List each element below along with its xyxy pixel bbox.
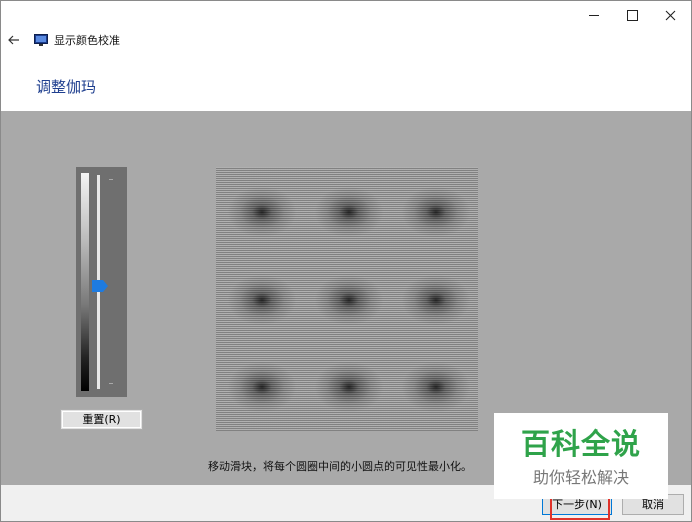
close-button[interactable] [651,1,689,29]
gamma-sample-dot [314,274,384,326]
gamma-sample-dot [227,274,297,326]
slider-tick-top [109,179,113,180]
gamma-sample-dot [401,361,471,413]
watermark-subtitle: 助你轻松解决 [532,468,629,487]
gamma-sample-image [216,167,478,431]
gamma-sample-dot [314,361,384,413]
close-icon [665,10,675,20]
maximize-button[interactable] [613,1,651,29]
page-title: 调整伽玛 [36,78,97,96]
gamma-slider-panel [76,167,127,397]
gamma-sample-dot [401,274,471,326]
calibration-window: 显示颜色校准 调整伽玛 重置(R) 移动滑块，将每个圆圈中间的小圆点的可见性最小… [0,0,692,522]
gamma-sample-dot [227,186,297,238]
window-title: 显示颜色校准 [54,34,120,47]
reset-button[interactable]: 重置(R) [60,409,143,430]
minimize-icon [589,14,599,16]
instruction-text: 移动滑块，将每个圆圈中间的小圆点的可见性最小化。 [208,460,472,473]
gamma-sample-dot [314,186,384,238]
gamma-sample-dot [401,186,471,238]
watermark-title: 百科全说 [520,427,641,461]
slider-tick-bottom [109,383,113,384]
maximize-icon [626,9,638,21]
gamma-sample-dot [227,361,297,413]
back-arrow-icon[interactable] [7,33,21,47]
watermark: 百科全说 助你轻松解决 [494,413,668,499]
gamma-gradient-bar [81,173,89,391]
gamma-slider-thumb[interactable] [92,280,108,292]
minimize-button[interactable] [575,1,613,29]
display-monitor-icon [34,34,48,46]
